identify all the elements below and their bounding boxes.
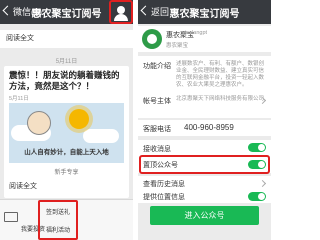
keyboard-icon[interactable]	[4, 212, 18, 222]
read-full-text-link[interactable]: 阅读全文	[9, 181, 37, 191]
highlight-box	[109, 0, 133, 24]
location-row: 提供位置信息	[138, 190, 271, 203]
history-label: 查看历史消息	[143, 181, 185, 188]
chat-screen: 微信(1) 惠农聚宝订阅号 阅读全文 5月11日 震惊！！朋友说的躺着赚钱的方法…	[0, 0, 133, 240]
article-headline: 震惊！！朋友说的躺着赚钱的方法，竟然是这个？！	[9, 70, 120, 91]
account-info-screen: 返回 惠农聚宝订阅号 惠农聚宝 aicalangpt 惠农聚宝 功能介绍 述展数…	[138, 0, 271, 240]
account-details: 功能介绍 述展数农户、有利、有额户、数银创业金、全民理财数益、建立真实可信的互联…	[138, 56, 271, 118]
top-bar: 返回 惠农聚宝订阅号	[138, 0, 271, 24]
chevron-right-icon	[258, 179, 267, 188]
location-label: 提供位置信息	[143, 194, 185, 201]
receive-messages-row: 接收消息	[138, 140, 271, 156]
account-owner-label: 帐号主体	[143, 98, 171, 105]
account-logo	[142, 29, 162, 49]
message-date: 5月11日	[55, 59, 78, 65]
top-bar: 微信(1) 惠农聚宝订阅号	[0, 0, 133, 24]
image-caption: 山人自有妙计，自能上天入地	[24, 149, 109, 156]
enter-account-button[interactable]: 进入公众号	[150, 206, 259, 225]
receive-messages-toggle[interactable]	[248, 143, 266, 152]
article-image: 山人自有妙计，自能上天入地	[9, 103, 124, 163]
article-subtitle: 5月11日	[9, 96, 29, 102]
bottom-menu: 我要投资 签到送礼 福利活动	[0, 199, 133, 240]
intro-text: 述展数农户、有利、有额户、数银创业金、全民理财数益、建立真实可信的互联网金融平台…	[176, 61, 265, 88]
history-row[interactable]: 查看历史消息	[138, 176, 271, 190]
article-card[interactable]: 震惊！！朋友说的躺着赚钱的方法，竟然是这个？！ 5月11日 山人自有妙计，自能上…	[4, 66, 129, 198]
account-profile: 惠农聚宝 aicalangpt 惠农聚宝	[138, 26, 271, 52]
article-tag: 新手专享	[54, 170, 79, 176]
phone-value: 400-960-8959	[184, 123, 234, 132]
read-full-text-link[interactable]: 阅读全文	[0, 30, 133, 48]
phone-label: 客服电话	[143, 126, 171, 133]
account-label: 惠农聚宝	[166, 43, 189, 49]
phone-row[interactable]: 客服电话 400-960-8959	[138, 120, 271, 136]
intro-label: 功能介绍	[143, 63, 171, 70]
location-toggle[interactable]	[248, 192, 266, 201]
highlight-box	[38, 200, 78, 240]
account-owner-value[interactable]: 北京惠聚天下网络科技服务有限公司	[176, 96, 267, 103]
receive-messages-label: 接收消息	[143, 146, 171, 153]
cartoon-figure	[27, 111, 51, 135]
page-title: 惠农聚宝订阅号	[169, 9, 240, 20]
account-id: aicalangpt	[182, 30, 208, 36]
highlight-box	[139, 155, 270, 174]
sun-icon	[69, 109, 89, 129]
